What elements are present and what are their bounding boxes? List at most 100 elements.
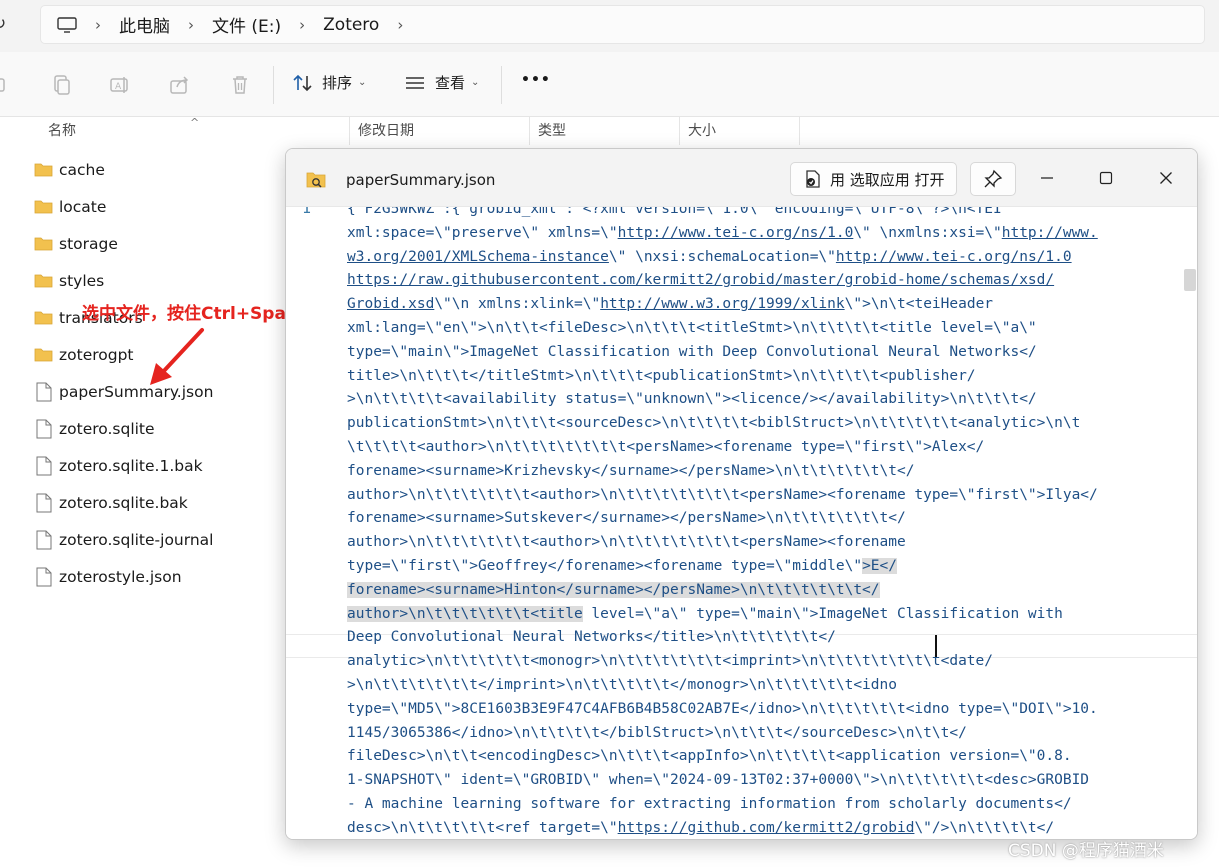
breadcrumb-zotero[interactable]: Zotero [323,15,379,35]
column-type-label: 类型 [538,123,566,139]
annotation-arrow [150,328,204,385]
file-name: zotero.sqlite.1.bak [59,456,203,475]
file-name: zotero.sqlite.bak [59,493,188,512]
code-line: type=\"first\">Geoffrey</forename><foren… [347,557,897,574]
document-icon [36,530,52,549]
code-line: >\n\t\t\t\t\t\t</imprint>\n\t\t\t\t\t</m… [347,676,897,693]
code-line: type=\"main\">ImageNet Classification wi… [347,343,1037,360]
minimize-icon [1041,177,1053,179]
pin-button[interactable] [970,162,1016,196]
column-header: 名称 ^ 修改日期 类型 大小 [0,116,1219,145]
chevron-right-icon[interactable]: › [397,16,403,34]
view-icon [406,76,424,89]
column-size-label: 大小 [688,123,716,139]
share-icon[interactable] [169,74,191,96]
column-type[interactable]: 类型 [530,117,680,145]
file-name: zoterostyle.json [59,567,182,586]
rename-icon[interactable]: A [109,74,131,96]
view-button[interactable]: 查看 ⌄ [404,72,479,93]
toolbar-divider [501,66,502,104]
file-name: zoterogpt [59,345,134,364]
cut-icon[interactable] [0,74,12,96]
column-size[interactable]: 大小 [680,117,800,145]
preview-titlebar: paperSummary.json 用 选取应用 打开 [286,149,1197,207]
close-icon [1160,172,1172,184]
code-viewer[interactable]: 1 {"F2G5WKWZ":{"grobid_xml":"<?xml versi… [286,207,1197,839]
file-name: cache [59,160,105,179]
file-list: cache locate storage styles translators … [0,145,290,867]
folder-icon [34,311,53,325]
list-item-storage[interactable]: storage [34,225,118,262]
minimize-button[interactable] [1027,163,1067,193]
address-bar[interactable]: › 此电脑 › 文件 (E:) › Zotero › [40,5,1205,44]
list-item-zoterogpt[interactable]: zoterogpt [34,336,134,373]
code-lines: {"F2G5WKWZ":{"grobid_xml":"<?xml version… [347,207,1177,839]
chevron-right-icon[interactable]: › [95,16,101,34]
toolbar-divider [273,66,274,104]
maximize-icon [1099,171,1113,185]
code-line: w3.org/2001/XMLSchema-instance\" \nxsi:s… [347,248,1072,265]
folder-icon [34,237,53,251]
list-item-zoterostyle[interactable]: zoterostyle.json [34,558,182,595]
file-name: storage [59,234,118,253]
file-name: locate [59,197,107,216]
pin-icon [984,169,1003,188]
file-name: zotero.sqlite-journal [59,530,214,549]
document-icon [36,456,52,475]
code-line: type=\"MD5\">8CE1603B3E9F47C4AFB6B4B58C0… [347,700,1098,717]
code-line: \t\t\t\t<author>\n\t\t\t\t\t\t\t<persNam… [347,438,985,455]
code-line: https://raw.githubusercontent.com/kermit… [347,272,1055,289]
file-name: styles [59,271,105,290]
list-item-locate[interactable]: locate [34,188,106,225]
code-line: forename><surname>Hinton</surname></pers… [347,581,880,598]
list-item-zotero-sqlite[interactable]: zotero.sqlite [34,410,155,447]
sort-label: 排序 [322,74,353,92]
code-line: author>\n\t\t\t\t\t\t<title level=\"a\" … [347,605,1063,622]
code-line: fileDesc>\n\t\t<encodingDesc>\n\t\t\t<ap… [347,748,1072,765]
open-with-button[interactable]: 用 选取应用 打开 [790,162,957,196]
code-line: {"F2G5WKWZ":{"grobid_xml":"<?xml version… [347,207,1002,217]
sort-button[interactable]: 排序 ⌄ [292,72,366,93]
document-icon [36,382,52,401]
line-number: 1 [302,207,312,217]
breadcrumb-this-pc[interactable]: 此电脑 [119,12,170,37]
breadcrumb-drive-e[interactable]: 文件 (E:) [212,12,281,37]
code-line: - A machine learning software for extrac… [347,795,1072,812]
preview-title: paperSummary.json [346,171,496,189]
list-item-zotero-sqlite-journal[interactable]: zotero.sqlite-journal [34,521,213,558]
code-line: 1145/3065386</idno>\n\t\t\t\t</biblStruc… [347,724,967,741]
this-pc-icon [57,16,77,33]
open-with-icon [806,170,820,188]
maximize-button[interactable] [1086,163,1126,193]
list-item-styles[interactable]: styles [34,262,104,299]
chevron-right-icon[interactable]: › [299,16,305,34]
column-name-label: 名称 [48,123,76,139]
column-modified[interactable]: 修改日期 [350,117,530,145]
code-line: >\n\t\t\t\t<availability status=\"unknow… [347,391,1037,408]
list-item-zotero-sqlite-1-bak[interactable]: zotero.sqlite.1.bak [34,447,203,484]
open-with-label: 用 选取应用 打开 [830,170,945,189]
chevron-right-icon[interactable]: › [188,16,194,34]
copy-icon[interactable] [50,74,72,96]
close-button[interactable] [1146,163,1186,193]
document-icon [36,419,52,438]
refresh-icon[interactable]: ↻ [0,14,6,34]
folder-icon [34,200,53,214]
code-line: xml:lang=\"en\">\n\t\t<fileDesc>\n\t\t\t… [347,319,1037,336]
column-name[interactable]: 名称 ^ [40,116,350,145]
chevron-down-icon: ⌄ [471,77,480,88]
more-options-button[interactable]: ••• [521,72,551,88]
text-cursor [935,635,937,657]
svg-text:A: A [115,82,122,92]
file-name: zotero.sqlite [59,419,155,438]
document-icon [36,493,52,512]
folder-icon [34,163,53,177]
code-line: title>\n\t\t\t</titleStmt>\n\t\t\t<publi… [347,367,976,384]
list-item-cache[interactable]: cache [34,151,105,188]
delete-icon[interactable] [229,74,251,96]
code-line: publicationStmt>\n\t\t\t<sourceDesc>\n\t… [347,415,1081,432]
scrollbar-thumb[interactable] [1184,269,1196,291]
column-modified-label: 修改日期 [358,123,414,139]
list-item-zotero-sqlite-bak[interactable]: zotero.sqlite.bak [34,484,188,521]
watermark: CSDN @程序猫酒米 [1008,841,1164,861]
